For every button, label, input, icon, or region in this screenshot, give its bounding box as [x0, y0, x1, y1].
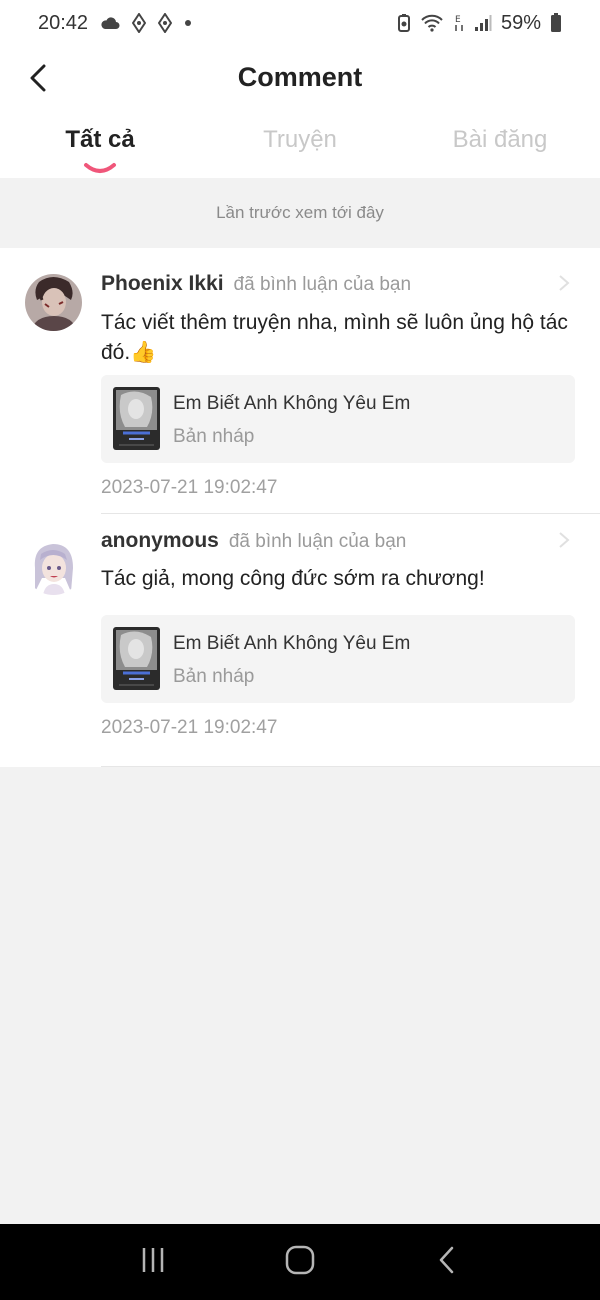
tab-bar: Tất cả Truyện Bài đăng	[0, 114, 600, 178]
app-header: Comment	[0, 46, 600, 114]
story-status: Bản nháp	[173, 666, 255, 687]
status-bar: 20:42 E 59%	[0, 0, 600, 46]
comment-username[interactable]: anonymous	[101, 529, 219, 553]
tab-stories[interactable]: Truyện	[263, 126, 337, 154]
story-title: Em Biết Anh Không Yêu Em	[173, 633, 411, 654]
battery-icon	[550, 13, 562, 33]
home-button[interactable]	[270, 1232, 330, 1292]
active-tab-indicator	[84, 163, 116, 173]
story-cover-image	[113, 627, 160, 690]
chevron-right-icon[interactable]	[558, 274, 570, 297]
page-title: Comment	[237, 62, 363, 92]
comment-timestamp: 2023-07-21 19:02:47	[101, 717, 278, 738]
comment-timestamp: 2023-07-21 19:02:47	[101, 477, 278, 498]
recent-apps-icon	[139, 1246, 167, 1279]
cloud-icon	[100, 16, 120, 30]
comment-list: Phoenix Ikki đã bình luận của bạn Tác vi…	[0, 248, 600, 767]
avatar[interactable]	[25, 274, 82, 331]
battery-percent: 59%	[500, 11, 541, 34]
tab-all[interactable]: Tất cả	[65, 126, 134, 154]
story-cover-image	[113, 387, 160, 450]
comment-username[interactable]: Phoenix Ikki	[101, 272, 224, 296]
recent-apps-button[interactable]	[123, 1232, 183, 1292]
story-status: Bản nháp	[173, 426, 255, 447]
divider	[101, 766, 600, 767]
tab-posts[interactable]: Bài đăng	[453, 126, 548, 154]
last-seen-marker: Lần trước xem tới đây	[0, 178, 600, 248]
system-back-button[interactable]	[417, 1232, 477, 1292]
story-card[interactable]: Em Biết Anh Không Yêu Em Bản nháp	[101, 375, 575, 463]
back-icon	[437, 1245, 457, 1280]
app-diamond-icon	[132, 13, 147, 33]
avatar[interactable]	[25, 538, 82, 595]
comment-action: đã bình luận của bạn	[233, 274, 412, 295]
home-icon	[285, 1245, 315, 1280]
battery-saver-icon	[397, 14, 411, 32]
dot-icon	[184, 19, 192, 27]
app-diamond-icon	[158, 13, 173, 33]
status-time: 20:42	[38, 11, 89, 34]
comment-action: đã bình luận của bạn	[228, 531, 407, 552]
signal-icon	[474, 14, 492, 32]
system-nav-bar	[0, 1224, 600, 1300]
signal-e-icon: E	[453, 13, 465, 33]
comment-item[interactable]: anonymous đã bình luận của bạn Tác giả, …	[0, 514, 600, 767]
svg-text:E: E	[455, 15, 461, 25]
comment-text: Tác giả, mong công đức sớm ra chương!	[101, 567, 485, 590]
story-title: Em Biết Anh Không Yêu Em	[173, 393, 411, 414]
story-card[interactable]: Em Biết Anh Không Yêu Em Bản nháp	[101, 615, 575, 703]
chevron-right-icon[interactable]	[558, 531, 570, 554]
wifi-icon	[420, 14, 444, 32]
comment-text: Tác viết thêm truyện nha, mình sẽ luôn ủ…	[101, 311, 568, 364]
comment-item[interactable]: Phoenix Ikki đã bình luận của bạn Tác vi…	[0, 248, 600, 514]
